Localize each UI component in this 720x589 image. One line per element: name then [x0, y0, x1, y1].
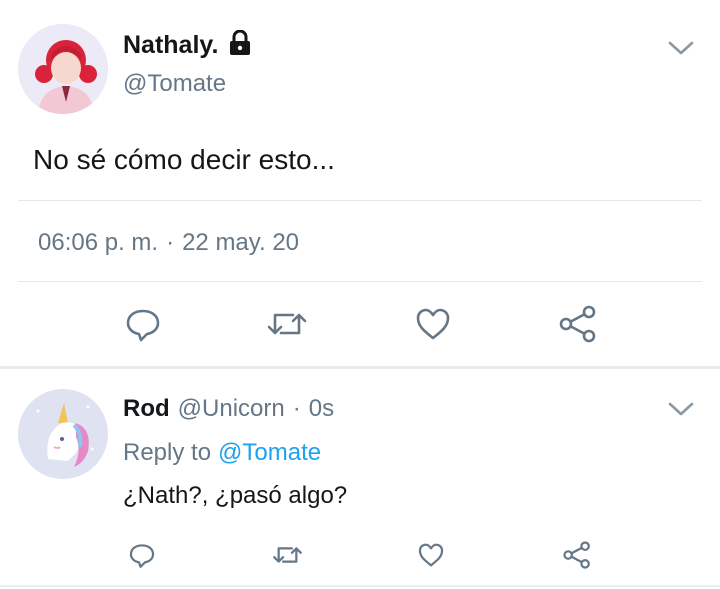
reply-icon[interactable]: [124, 305, 162, 343]
author-handle[interactable]: @Tomate: [123, 70, 226, 98]
author-name[interactable]: Nathaly.: [123, 31, 218, 60]
like-icon[interactable]: [414, 305, 452, 343]
retweet-icon[interactable]: [266, 305, 308, 343]
section-separator: [0, 366, 720, 369]
like-icon[interactable]: [417, 541, 445, 569]
section-separator: [0, 585, 720, 587]
chevron-down-icon[interactable]: [668, 401, 694, 422]
timestamp: 06:06 p. m. · 22 may. 20: [38, 229, 299, 257]
tweet-date[interactable]: 22 may. 20: [182, 229, 299, 257]
separator-dot: ·: [292, 395, 301, 422]
author-handle[interactable]: @Unicorn: [178, 395, 285, 423]
divider: [18, 281, 702, 282]
divider: [18, 200, 702, 201]
avatar[interactable]: [18, 24, 108, 114]
separator-dot: ·: [166, 229, 175, 256]
reply-to-label: Reply to: [123, 439, 212, 466]
avatar[interactable]: [18, 389, 108, 479]
tweet-text: ¿Nath?, ¿pasó algo?: [123, 482, 348, 509]
retweet-icon[interactable]: [272, 541, 303, 569]
lock-icon: [228, 29, 252, 61]
chevron-down-icon[interactable]: [668, 40, 694, 61]
tweet-time[interactable]: 06:06 p. m.: [38, 229, 158, 257]
reply-to-line: Reply to @Tomate: [123, 439, 321, 467]
tweet-time-ago[interactable]: 0s: [309, 395, 334, 423]
reply-icon[interactable]: [128, 541, 156, 569]
share-icon[interactable]: [562, 541, 592, 569]
reply-to-link[interactable]: @Tomate: [218, 439, 321, 467]
tweet-text: No sé cómo decir esto...: [33, 144, 335, 175]
author-name[interactable]: Rod: [123, 395, 170, 423]
share-icon[interactable]: [558, 305, 598, 343]
